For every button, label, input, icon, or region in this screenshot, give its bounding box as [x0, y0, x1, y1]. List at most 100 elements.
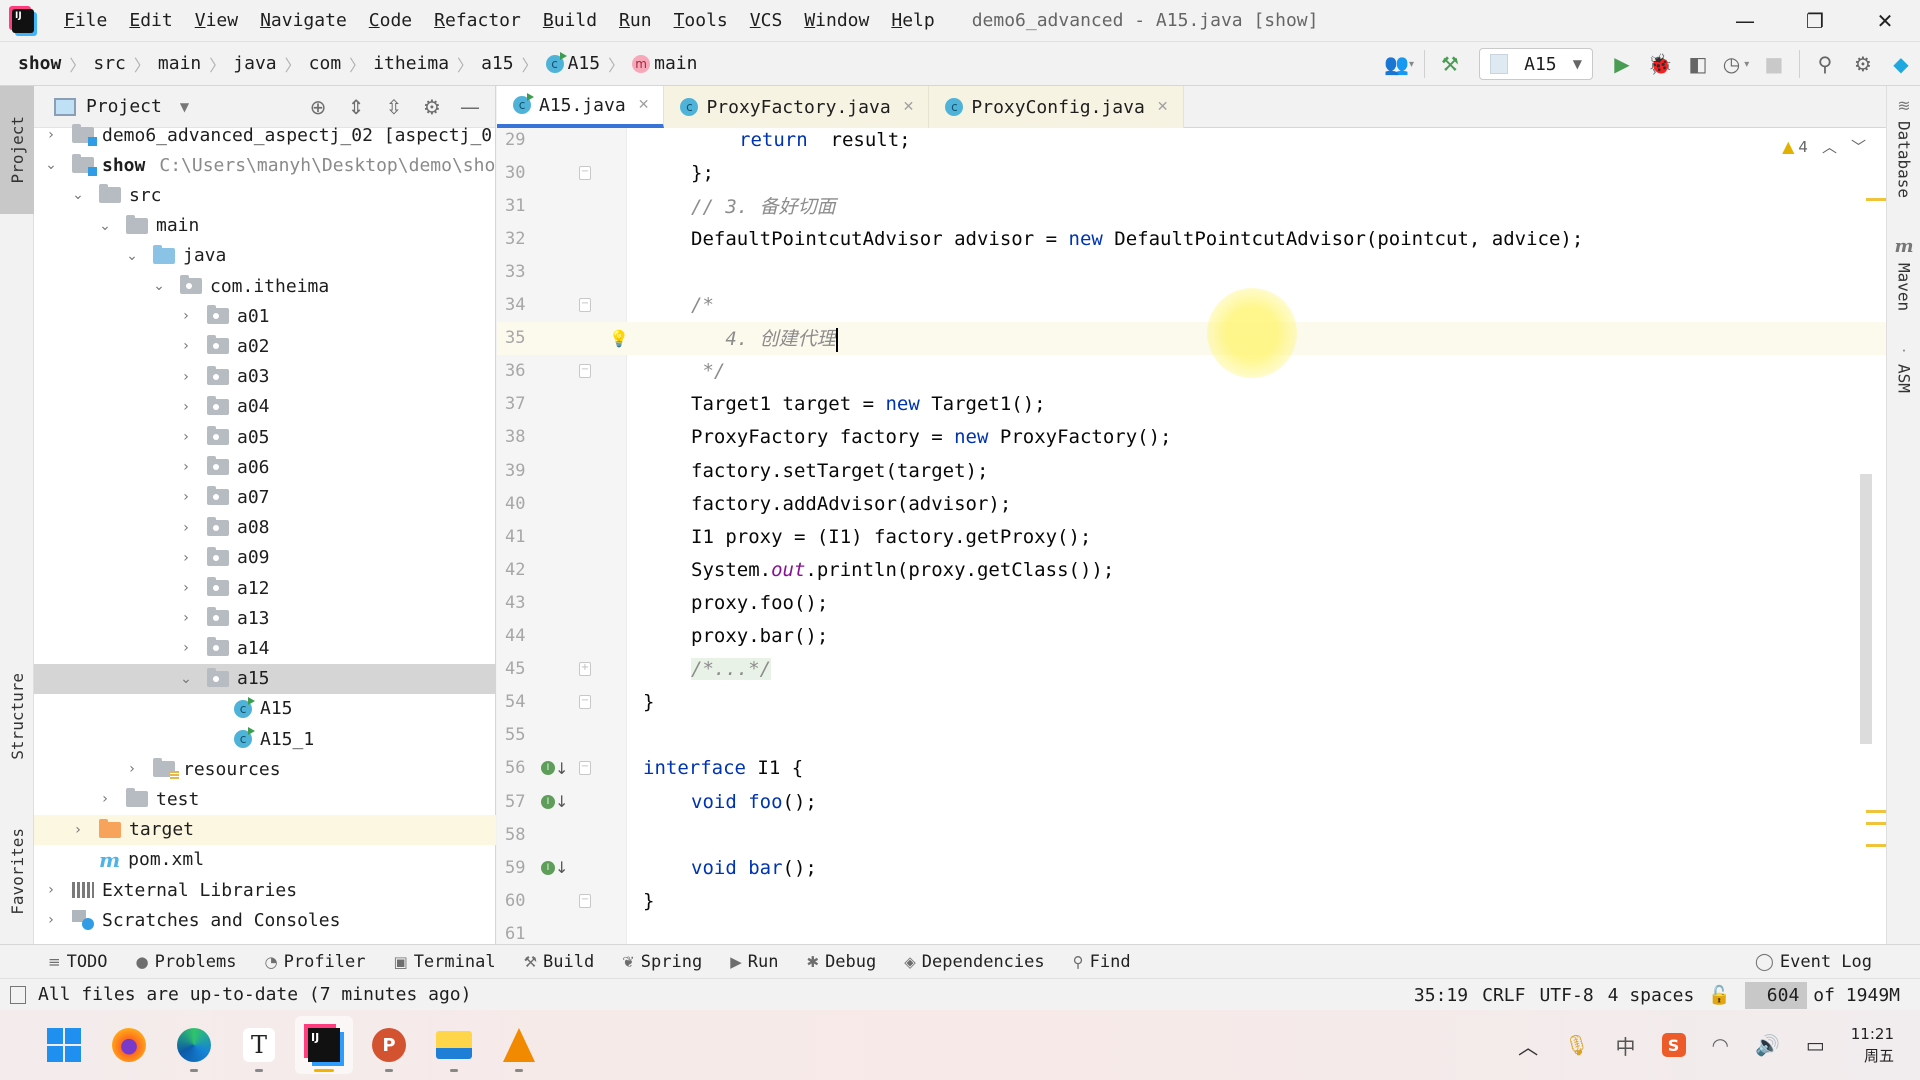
- line-number[interactable]: 37: [505, 394, 535, 414]
- warning-marker[interactable]: [1866, 810, 1886, 813]
- hide-icon[interactable]: —: [451, 95, 489, 119]
- tree-item[interactable]: ⌄ show C:\Users\manyh\Desktop\demo\sho: [34, 150, 496, 180]
- chevron-right-icon[interactable]: ›: [44, 882, 58, 898]
- tree-item[interactable]: › a14: [34, 633, 496, 663]
- minimize-button[interactable]: —: [1710, 0, 1780, 42]
- code-line[interactable]: 55: [497, 719, 1886, 752]
- tool-tab-spring[interactable]: ❦ Spring: [622, 952, 702, 972]
- taskbar-intellij[interactable]: IJ: [295, 1016, 353, 1074]
- breadcrumb-item[interactable]: com: [309, 53, 342, 74]
- tool-tab-profiler[interactable]: ◔ Profiler: [265, 952, 366, 972]
- line-number[interactable]: 61: [505, 924, 535, 944]
- chevron-down-icon[interactable]: ⌄: [179, 671, 193, 687]
- code-line[interactable]: 36 − */: [497, 355, 1886, 388]
- profile-icon[interactable]: ◷ ▾: [1717, 45, 1755, 83]
- locate-file-icon[interactable]: ⊕: [299, 95, 337, 119]
- code-line[interactable]: 42 System.out.println(proxy.getClass());: [497, 553, 1886, 586]
- code-line[interactable]: 58: [497, 818, 1886, 851]
- volume-icon[interactable]: 🔊: [1755, 1033, 1780, 1057]
- tool-tab-structure[interactable]: Structure: [0, 656, 34, 776]
- previous-highlight-icon[interactable]: ︿: [1822, 136, 1837, 157]
- tree-item[interactable]: › demo6_advanced_aspectj_02 [aspectj_0: [34, 120, 496, 150]
- tree-item[interactable]: › a03: [34, 362, 496, 392]
- tree-item[interactable]: › a08: [34, 513, 496, 543]
- tree-item[interactable]: › a05: [34, 422, 496, 452]
- tool-tab-debug[interactable]: ✱ Debug: [806, 952, 876, 972]
- show-hidden-icons-icon[interactable]: ︿: [1518, 1031, 1538, 1060]
- toggle-tool-windows-icon[interactable]: [10, 985, 26, 1004]
- chevron-right-icon[interactable]: ›: [179, 338, 193, 354]
- tree-item[interactable]: › a02: [34, 331, 496, 361]
- taskbar-typora[interactable]: T: [230, 1016, 288, 1074]
- editor-tab[interactable]: c A15.java ✕: [497, 86, 665, 128]
- status-message[interactable]: All files are up-to-date (7 minutes ago): [10, 984, 471, 1005]
- breadcrumb-item[interactable]: m main: [632, 53, 697, 74]
- tool-tab-dependencies[interactable]: ◈ Dependencies: [904, 952, 1044, 972]
- code-line[interactable]: 45 + /*...*/: [497, 653, 1886, 686]
- menu-file[interactable]: File: [64, 10, 107, 31]
- close-tab-icon[interactable]: ✕: [638, 97, 650, 113]
- line-number[interactable]: 42: [505, 560, 535, 580]
- tree-item[interactable]: ⌄ main: [34, 211, 496, 241]
- run-configuration-select[interactable]: A15 ▼: [1479, 48, 1593, 80]
- close-tab-icon[interactable]: ✕: [1157, 99, 1169, 115]
- line-number[interactable]: 54: [505, 692, 535, 712]
- caret-position[interactable]: 35:19: [1414, 985, 1468, 1006]
- close-tab-icon[interactable]: ✕: [903, 99, 915, 115]
- inspection-widget[interactable]: ▲ 4 ︿ ﹀: [1782, 136, 1866, 157]
- line-number[interactable]: 45: [505, 659, 535, 679]
- tool-tab-database[interactable]: ≋ Database: [1887, 96, 1920, 198]
- line-number[interactable]: 38: [505, 427, 535, 447]
- code-line[interactable]: 29 return result;: [497, 128, 1886, 156]
- menu-run[interactable]: Run: [619, 10, 652, 31]
- menu-build[interactable]: Build: [543, 10, 597, 31]
- tree-item[interactable]: › External Libraries: [34, 875, 496, 905]
- line-number[interactable]: 30: [505, 163, 535, 183]
- taskbar-powerpoint[interactable]: P: [360, 1016, 418, 1074]
- code-line[interactable]: 31 // 3. 备好切面: [497, 189, 1886, 222]
- chevron-right-icon[interactable]: ›: [179, 429, 193, 445]
- chevron-right-icon[interactable]: ›: [44, 127, 58, 143]
- menu-window[interactable]: Window: [804, 10, 869, 31]
- taskbar-file-explorer[interactable]: [425, 1016, 483, 1074]
- collapse-all-icon[interactable]: ⇳: [375, 95, 413, 119]
- warning-marker[interactable]: [1866, 822, 1886, 825]
- code-line[interactable]: 37 Target1 target = new Target1();: [497, 388, 1886, 421]
- expand-all-icon[interactable]: ⇕: [337, 95, 375, 119]
- code-line[interactable]: 33: [497, 255, 1886, 288]
- line-number[interactable]: 39: [505, 461, 535, 481]
- tool-tab-terminal[interactable]: ▣ Terminal: [394, 952, 496, 972]
- indent-setting[interactable]: 4 spaces: [1608, 985, 1695, 1006]
- line-number[interactable]: 33: [505, 262, 535, 282]
- menu-tools[interactable]: Tools: [674, 10, 728, 31]
- battery-icon[interactable]: ▭: [1806, 1033, 1825, 1057]
- line-number[interactable]: 31: [505, 196, 535, 216]
- line-number[interactable]: 40: [505, 494, 535, 514]
- menu-refactor[interactable]: Refactor: [434, 10, 521, 31]
- warning-marker[interactable]: [1866, 844, 1886, 847]
- line-number[interactable]: 58: [505, 825, 535, 845]
- breadcrumb-item[interactable]: itheima: [373, 53, 449, 74]
- chevron-right-icon[interactable]: ›: [179, 399, 193, 415]
- tree-item[interactable]: › a13: [34, 603, 496, 633]
- tool-tab-problems[interactable]: ● Problems: [136, 952, 237, 972]
- debug-icon[interactable]: 🐞: [1641, 45, 1679, 83]
- chevron-down-icon[interactable]: ⌄: [71, 187, 85, 203]
- line-number[interactable]: 44: [505, 626, 535, 646]
- collapse-fold-icon[interactable]: −: [579, 761, 591, 776]
- collapse-fold-icon[interactable]: −: [579, 165, 591, 180]
- line-number[interactable]: 59: [505, 858, 535, 878]
- collapse-fold-icon[interactable]: −: [579, 893, 591, 908]
- user-icon[interactable]: 👥 ▾: [1380, 45, 1418, 83]
- chevron-right-icon[interactable]: ›: [44, 912, 58, 928]
- chevron-right-icon[interactable]: ›: [125, 761, 139, 777]
- clock[interactable]: 11:21 周五: [1851, 1023, 1894, 1067]
- run-icon[interactable]: ▶: [1603, 45, 1641, 83]
- line-number[interactable]: 41: [505, 527, 535, 547]
- tool-tab-asm[interactable]: · ASM: [1887, 344, 1920, 393]
- taskbar-firefox[interactable]: [100, 1016, 158, 1074]
- expand-fold-icon[interactable]: +: [579, 662, 591, 677]
- event-log-button[interactable]: ◯ Event Log: [1755, 945, 1872, 979]
- line-number[interactable]: 57: [505, 792, 535, 812]
- chevron-right-icon[interactable]: ›: [179, 640, 193, 656]
